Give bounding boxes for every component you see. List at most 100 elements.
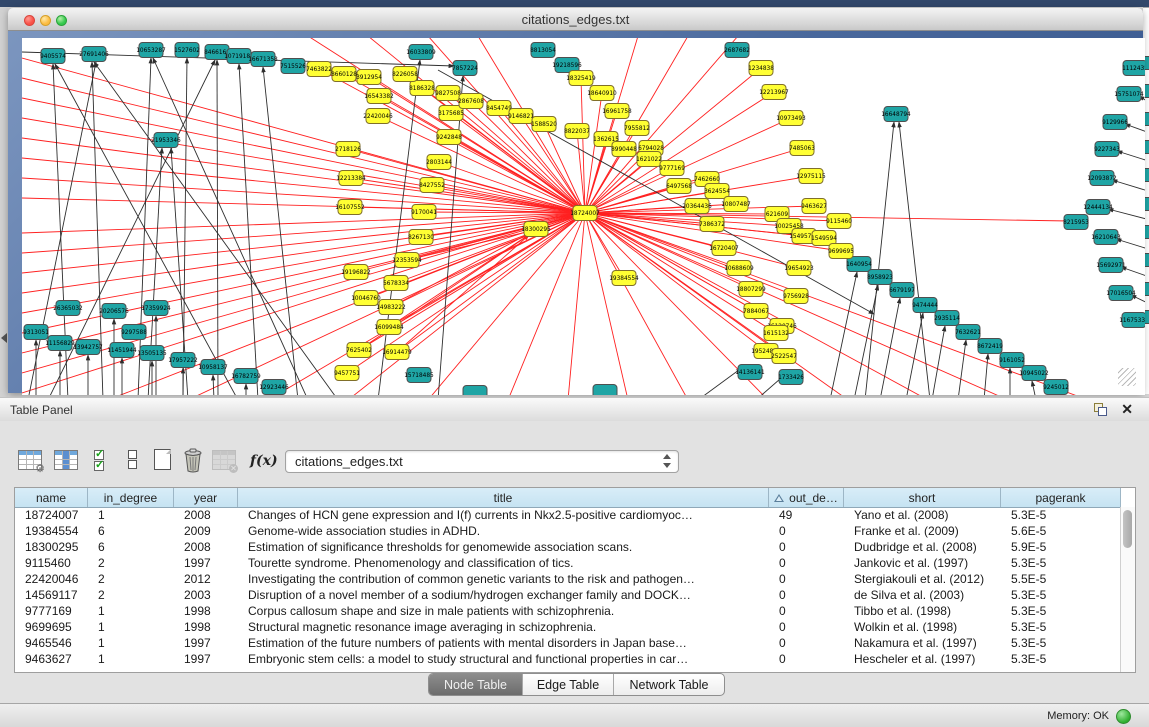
scrollbar-thumb[interactable] [1123, 510, 1132, 548]
node-label: 19196822 [341, 270, 371, 276]
node-label: 1640954 [846, 262, 872, 268]
node-label: 7625402 [346, 348, 372, 354]
node-label: 8672419 [977, 344, 1003, 350]
cell-short: Nakamura et al. (1997) [844, 636, 1001, 650]
column-header-short[interactable]: short [844, 488, 1001, 507]
tab-network-table[interactable]: Network Table [614, 674, 724, 695]
float-panel-icon[interactable] [1094, 403, 1107, 416]
cell-short: Wolkin et al. (1998) [844, 620, 1001, 634]
node-label: 9457751 [334, 371, 360, 377]
node-label: 8990448 [611, 147, 637, 153]
cell-title: Tourette syndrome. Phenomenology and cla… [238, 556, 769, 570]
table-row[interactable]: 1830029562008Estimation of significance … [15, 539, 1121, 555]
node-label: 7463822 [306, 67, 332, 73]
node-label: 16961758 [602, 109, 632, 115]
cell-name: 9463627 [15, 652, 88, 666]
network-nodes[interactable]: 9405574276914061065328715276028466160107… [23, 43, 1145, 396]
select-all-rows-button[interactable] [92, 447, 118, 475]
tab-node-table[interactable]: Node Table [429, 674, 523, 695]
table-row[interactable]: 969969511998Structural magnetic resonanc… [15, 619, 1121, 635]
memory-status-icon[interactable] [1116, 709, 1131, 724]
network-canvas[interactable]: 9405574276914061065328715276028466160107… [22, 38, 1145, 395]
node-label: 9405574 [40, 54, 66, 60]
column-header-title[interactable]: title [238, 488, 769, 507]
table-row[interactable]: 946362711997Embryonic stem cells: a mode… [15, 651, 1121, 667]
node-label: 11451944 [107, 348, 137, 354]
node-label: 7485063 [789, 146, 815, 152]
column-header-name[interactable]: name [15, 488, 88, 507]
table-row[interactable]: 977716911998Corpus callosum shape and si… [15, 603, 1121, 619]
node-label: 7955812 [624, 126, 650, 132]
table-settings-button[interactable]: ⚙ [18, 447, 44, 475]
cell-out_de: 0 [769, 524, 844, 538]
table-header-row: name in_degree year title out_de…short pagera… [15, 488, 1121, 508]
cell-out_de: 0 [769, 620, 844, 634]
node-label: 1527602 [174, 48, 200, 54]
column-header-label: title [494, 491, 513, 505]
cell-pagerank: 5.3E-5 [1001, 556, 1121, 570]
column-header-label: pagerank [1035, 491, 1085, 505]
node-label: 10973493 [776, 116, 806, 122]
node-label: 3912954 [356, 75, 382, 81]
panel-collapse-arrow-icon[interactable] [1, 333, 7, 343]
table-panel-title: Table Panel [10, 403, 73, 417]
node-label: 2687682 [724, 48, 750, 54]
canvas-resize-grip[interactable] [1118, 368, 1136, 386]
cell-year: 1997 [174, 652, 238, 666]
network-node[interactable] [593, 385, 617, 396]
column-header-label: year [194, 491, 217, 505]
cell-name: 9699695 [15, 620, 88, 634]
delete-rows-button[interactable] [182, 447, 208, 475]
cell-in_degree: 1 [88, 652, 174, 666]
cell-in_degree: 2 [88, 556, 174, 570]
node-label: 11156829 [45, 341, 75, 347]
vertical-scrollbar[interactable] [1120, 507, 1135, 672]
node-label: 21953346 [151, 138, 181, 144]
table-select[interactable]: citations_edges.txt [285, 450, 679, 473]
table-row[interactable]: 1872400712008Changes of HCN gene express… [15, 507, 1121, 523]
checkmark-icon [94, 461, 104, 471]
function-builder-button[interactable]: f(x) [250, 452, 276, 480]
cell-pagerank: 5.3E-5 [1001, 636, 1121, 650]
network-window-titlebar[interactable]: citations_edges.txt [8, 8, 1143, 31]
node-label: 5678334 [383, 281, 409, 287]
deselect-rows-button[interactable] [124, 447, 150, 475]
trash-icon [182, 447, 206, 473]
node-label: 15718485 [404, 373, 434, 379]
table-row[interactable]: 946554611997Estimation of the future num… [15, 635, 1121, 651]
cell-year: 1997 [174, 556, 238, 570]
node-label: 9170041 [411, 210, 437, 216]
table-row[interactable]: 2242004622012Investigating the contribut… [15, 571, 1121, 587]
column-header-out_de[interactable]: out_de… [769, 488, 844, 507]
network-node[interactable] [463, 386, 487, 396]
node-label: 1549594 [811, 236, 837, 242]
node-label: 8454749 [486, 106, 512, 112]
node-label: 12975115 [796, 174, 826, 180]
column-header-year[interactable]: year [174, 488, 238, 507]
cell-in_degree: 6 [88, 540, 174, 554]
node-label: 7884067 [743, 309, 769, 315]
table-row[interactable]: 1456911722003Disruption of a novel membe… [15, 587, 1121, 603]
node-label: 15751074 [1114, 92, 1144, 98]
tab-edge-table[interactable]: Edge Table [523, 674, 614, 695]
close-panel-icon[interactable]: ✕ [1121, 401, 1133, 417]
table-row[interactable]: 1938455462009Genome-wide association stu… [15, 523, 1121, 539]
column-header-pagerank[interactable]: pagerank [1001, 488, 1121, 507]
combo-stepper-icon[interactable] [662, 453, 671, 469]
insert-column-button[interactable] [54, 447, 80, 475]
table-row[interactable]: 911546021997Tourette syndrome. Phenomeno… [15, 555, 1121, 571]
column-header-in_degree[interactable]: in_degree [88, 488, 174, 507]
column-header-label: name [36, 491, 66, 505]
node-label: 1234838 [748, 66, 774, 72]
node-label: 3624554 [704, 189, 730, 195]
node-label: 16671358 [248, 57, 278, 63]
create-table-button[interactable] [152, 447, 178, 475]
node-label: 9313051 [23, 330, 49, 336]
node-label: 6497568 [666, 184, 692, 190]
node-label: 16648794 [881, 112, 911, 118]
table-tabs: Node TableEdge TableNetwork Table [428, 673, 725, 696]
node-label: 10807487 [721, 202, 751, 208]
node-label: 1615132 [763, 331, 789, 337]
node-label: 8813054 [530, 48, 556, 54]
node-label: 19218596 [552, 63, 582, 69]
